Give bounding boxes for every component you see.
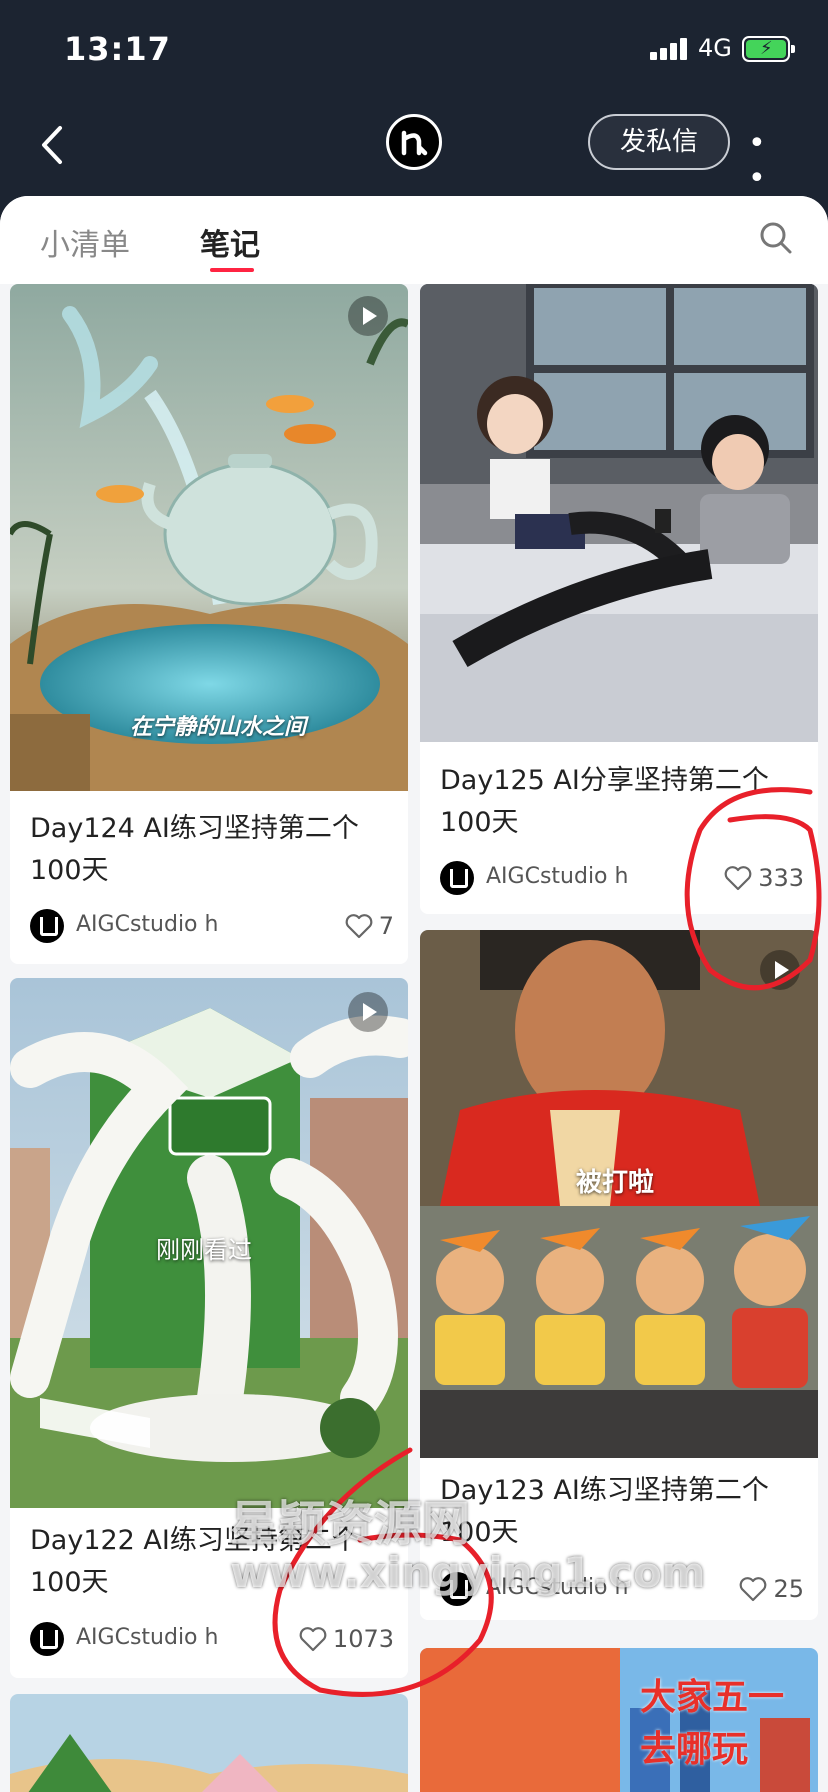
poster-headline: 大家五一 去哪玩	[640, 1677, 785, 1770]
author-avatar[interactable]	[440, 1572, 474, 1606]
note-cover-image[interactable]	[420, 284, 818, 742]
video-play-icon	[348, 992, 388, 1032]
desert-scene-image	[10, 1694, 408, 1792]
tab-list[interactable]: 小清单	[40, 220, 130, 264]
signal-icon	[650, 38, 692, 60]
author-name[interactable]: AIGCstudio h	[486, 864, 628, 889]
like-count: 333	[758, 864, 804, 892]
content-sheet: 小清单 笔记 在宁静的山水之间 Day124 AI练习坚持第二个 100天 AI…	[0, 196, 828, 1792]
note-card[interactable]: 大家五一 去哪玩	[420, 1648, 818, 1792]
network-type: 4G	[698, 34, 732, 62]
anime-room-image	[420, 284, 818, 742]
note-author-row: AIGCstudio h 7	[30, 909, 394, 945]
like-count: 25	[773, 1575, 804, 1603]
heart-icon	[740, 1577, 767, 1602]
profile-header: 发私信 • • •	[0, 100, 828, 231]
heart-icon	[724, 866, 752, 891]
like-button[interactable]: 7	[345, 909, 394, 943]
active-tab-indicator	[210, 268, 254, 272]
video-play-icon	[760, 950, 800, 990]
author-avatar[interactable]	[30, 1622, 64, 1656]
cover-caption: 被打啦	[576, 1168, 655, 1198]
status-time: 13:17	[64, 30, 171, 68]
note-card[interactable]: 在宁静的山水之间 Day124 AI练习坚持第二个 100天 AIGCstudi…	[10, 284, 408, 964]
author-name[interactable]: AIGCstudio h	[76, 1625, 218, 1650]
note-cover-image[interactable]: 被打啦	[420, 930, 818, 1458]
note-author-row: AIGCstudio h 1073	[30, 1622, 394, 1658]
note-card[interactable]	[10, 1694, 408, 1792]
note-title: Day122 AI练习坚持第二个 100天	[30, 1525, 359, 1598]
recently-viewed-label: 刚刚看过	[156, 1236, 252, 1264]
search-button[interactable]	[758, 220, 794, 256]
like-count: 1073	[332, 1625, 394, 1653]
note-author-row: AIGCstudio h 333	[440, 861, 804, 897]
note-card[interactable]: 被打啦 Day123 AI练习坚持第二个 100天 AIGCstudio h 2…	[420, 930, 818, 1620]
note-title: Day124 AI练习坚持第二个 100天	[30, 813, 359, 886]
author-name[interactable]: AIGCstudio h	[486, 1575, 628, 1600]
author-name[interactable]: AIGCstudio h	[76, 912, 218, 937]
back-button[interactable]	[30, 120, 80, 170]
note-card[interactable]: Day125 AI分享坚持第二个 100天 AIGCstudio h 333	[420, 284, 818, 914]
note-card[interactable]: 刚刚看过 Day122 AI练习坚持第二个 100天 AIGCstudio h …	[10, 978, 408, 1678]
author-avatar[interactable]	[30, 909, 64, 943]
note-title: Day123 AI练习坚持第二个 100天	[440, 1475, 769, 1548]
note-cover-image[interactable]: 在宁静的山水之间	[10, 284, 408, 791]
author-avatar[interactable]	[440, 861, 474, 895]
tab-notes[interactable]: 笔记	[200, 220, 260, 264]
note-cover-image[interactable]: 刚刚看过	[10, 978, 408, 1508]
like-button[interactable]: 25	[739, 1572, 804, 1606]
profile-avatar[interactable]	[386, 114, 442, 170]
like-button[interactable]: 1073	[299, 1622, 394, 1656]
battery-icon: ⚡	[742, 36, 795, 62]
chevron-left-icon	[42, 126, 62, 164]
more-icon[interactable]: • • •	[748, 126, 796, 231]
video-play-icon	[348, 296, 388, 336]
note-author-row: AIGCstudio h 25	[440, 1572, 804, 1608]
send-message-button[interactable]: 发私信	[588, 114, 730, 170]
like-button[interactable]: 333	[724, 861, 804, 895]
heart-icon	[345, 914, 373, 939]
like-count: 7	[378, 912, 394, 940]
status-bar: 13:17 4G ⚡	[0, 0, 828, 100]
search-icon	[760, 222, 792, 254]
note-title: Day125 AI分享坚持第二个 100天	[440, 765, 769, 838]
heart-icon	[299, 1627, 327, 1652]
cover-caption: 在宁静的山水之间	[130, 715, 307, 740]
brand-logo-icon	[401, 130, 428, 156]
tab-bar: 小清单 笔记	[0, 196, 828, 284]
